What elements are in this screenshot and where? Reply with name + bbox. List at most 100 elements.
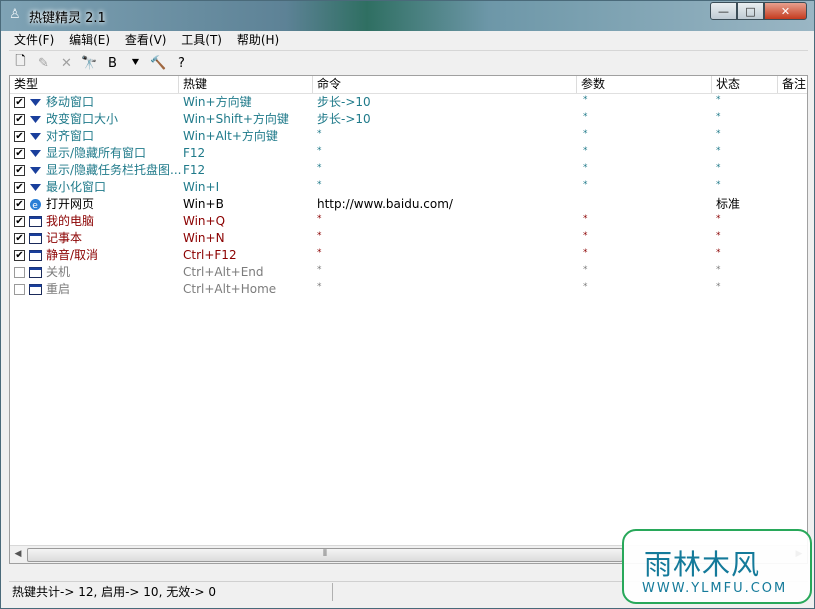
enable-checkbox[interactable]: ✔ bbox=[14, 114, 25, 125]
edit-icon[interactable]: ✎ bbox=[32, 53, 55, 73]
enable-checkbox[interactable]: ✔ bbox=[14, 182, 25, 193]
scroll-thumb[interactable]: ⦀ bbox=[27, 548, 623, 562]
list-item[interactable]: ✔ 移动窗口 Win+方向键 步长->10 * * bbox=[10, 94, 807, 111]
cell-command: * bbox=[317, 231, 322, 241]
tools-icon[interactable]: 🔨 bbox=[147, 53, 170, 73]
list-item[interactable]: 关机 Ctrl+Alt+End * * * bbox=[10, 264, 807, 281]
enable-checkbox[interactable] bbox=[14, 284, 25, 295]
new-icon[interactable]: 🗋 bbox=[9, 53, 32, 73]
window-icon bbox=[29, 215, 42, 228]
cell-status: 标准 bbox=[716, 197, 741, 211]
app-icon: ♙ bbox=[9, 7, 21, 22]
cell-type: 移动窗口 bbox=[46, 95, 95, 109]
cell-param: * bbox=[583, 180, 588, 190]
maximize-button[interactable]: □ bbox=[737, 2, 764, 20]
cell-command: 步长->10 bbox=[317, 112, 371, 126]
cell-param: * bbox=[583, 146, 588, 156]
cell-param: * bbox=[583, 231, 588, 241]
arrow-down-icon bbox=[29, 164, 42, 177]
app-window: ♙ 热键精灵 2.1 — □ ✕ 文件(F) 编辑(E) 查看(V) 工具(T)… bbox=[0, 0, 815, 609]
menu-view[interactable]: 查看(V) bbox=[120, 31, 172, 49]
list-item[interactable]: ✔ 静音/取消 Ctrl+F12 * * * bbox=[10, 247, 807, 264]
enable-checkbox[interactable]: ✔ bbox=[14, 250, 25, 261]
cell-command: * bbox=[317, 180, 322, 190]
cell-command: * bbox=[317, 214, 322, 224]
cell-status: * bbox=[716, 95, 721, 105]
cell-type: 静音/取消 bbox=[46, 248, 99, 262]
enable-checkbox[interactable] bbox=[14, 267, 25, 278]
scroll-left-icon[interactable]: ◀ bbox=[10, 546, 26, 563]
cell-command: * bbox=[317, 163, 322, 173]
ie-icon: e bbox=[29, 198, 42, 211]
cell-status: * bbox=[716, 282, 721, 292]
cell-type: 对齐窗口 bbox=[46, 129, 95, 143]
svg-text:e: e bbox=[32, 201, 38, 211]
column-header-5[interactable]: 备注 bbox=[778, 76, 807, 93]
cell-status: * bbox=[716, 163, 721, 173]
enable-checkbox[interactable]: ✔ bbox=[14, 97, 25, 108]
window-icon bbox=[29, 266, 42, 279]
cell-hotkey: Win+I bbox=[183, 180, 220, 194]
column-header-3[interactable]: 参数 bbox=[577, 76, 712, 93]
enable-checkbox[interactable]: ✔ bbox=[14, 131, 25, 142]
column-header-0[interactable]: 类型 bbox=[10, 76, 179, 93]
column-header-1[interactable]: 热键 bbox=[179, 76, 313, 93]
scroll-grip-icon: ⦀ bbox=[323, 549, 327, 559]
enable-checkbox[interactable]: ✔ bbox=[14, 199, 25, 210]
enable-checkbox[interactable]: ✔ bbox=[14, 216, 25, 227]
column-header-4[interactable]: 状态 bbox=[712, 76, 778, 93]
cell-hotkey: Ctrl+F12 bbox=[183, 248, 237, 262]
list-item[interactable]: ✔ 对齐窗口 Win+Alt+方向键 * * * bbox=[10, 128, 807, 145]
cell-command: http://www.baidu.com/ bbox=[317, 197, 453, 211]
cell-param: * bbox=[583, 112, 588, 122]
help-icon[interactable]: ? bbox=[170, 53, 193, 73]
cell-hotkey: Win+N bbox=[183, 231, 225, 245]
menu-help[interactable]: 帮助(H) bbox=[232, 31, 284, 49]
enable-checkbox[interactable]: ✔ bbox=[14, 233, 25, 244]
cell-hotkey: Win+方向键 bbox=[183, 95, 252, 109]
hotkey-list[interactable]: 类型 热键 命令 参数 状态 备注 ✔ 移动窗口 Win+方向键步长->10 * * ✔ 改变窗口大小… bbox=[9, 75, 808, 564]
column-header-2[interactable]: 命令 bbox=[313, 76, 577, 93]
cell-hotkey: F12 bbox=[183, 163, 206, 177]
cell-hotkey: Win+Alt+方向键 bbox=[183, 129, 278, 143]
window-icon bbox=[29, 283, 42, 296]
delete-icon[interactable]: ✕ bbox=[55, 53, 78, 73]
watermark-logo: 雨林木风 WWW.YLMFU.COM bbox=[622, 529, 812, 604]
cell-status: * bbox=[716, 112, 721, 122]
cell-status: * bbox=[716, 231, 721, 241]
cell-type: 打开网页 bbox=[46, 197, 95, 211]
minimize-button[interactable]: — bbox=[710, 2, 737, 20]
list-item[interactable]: ✔ e 打开网页 Win+B http://www.baidu.com/标准 bbox=[10, 196, 807, 213]
list-item[interactable]: ✔ 我的电脑 Win+Q * * * bbox=[10, 213, 807, 230]
cell-param bbox=[583, 196, 709, 213]
menu-tools[interactable]: 工具(T) bbox=[176, 31, 227, 49]
cell-status: * bbox=[716, 146, 721, 156]
list-item[interactable]: ✔ 最小化窗口 Win+I * * * bbox=[10, 179, 807, 196]
close-button[interactable]: ✕ bbox=[764, 2, 807, 20]
menu-file[interactable]: 文件(F) bbox=[9, 31, 59, 49]
list-item[interactable]: 重启 Ctrl+Alt+Home * * * bbox=[10, 281, 807, 298]
find-icon[interactable]: 🔭 bbox=[78, 53, 101, 73]
status-text: 热键共计-> 12, 启用-> 10, 无效-> 0 bbox=[9, 583, 333, 601]
cell-command: * bbox=[317, 282, 322, 292]
window-icon bbox=[29, 249, 42, 262]
cell-command: * bbox=[317, 129, 322, 139]
enable-checkbox[interactable]: ✔ bbox=[14, 165, 25, 176]
cell-param: * bbox=[583, 214, 588, 224]
arrow-down-icon[interactable]: ⯆ bbox=[124, 53, 147, 73]
list-item[interactable]: ✔ 改变窗口大小 Win+Shift+方向键 步长->10 * * bbox=[10, 111, 807, 128]
arrow-down-icon bbox=[29, 130, 42, 143]
toolbar: 🗋 ✎ ✕ 🔭 B ⯆ 🔨? bbox=[9, 52, 808, 74]
cell-hotkey: Ctrl+Alt+Home bbox=[183, 282, 277, 296]
cell-status: * bbox=[716, 180, 721, 190]
list-item[interactable]: ✔ 显示/隐藏任务栏托盘图... F12 * * * bbox=[10, 162, 807, 179]
cell-param: * bbox=[583, 248, 588, 258]
menu-edit[interactable]: 编辑(E) bbox=[64, 31, 115, 49]
cell-command: * bbox=[317, 146, 322, 156]
bold-icon[interactable]: B bbox=[101, 53, 124, 73]
list-item[interactable]: ✔ 显示/隐藏所有窗口 F12 * * * bbox=[10, 145, 807, 162]
list-item[interactable]: ✔ 记事本 Win+N * * * bbox=[10, 230, 807, 247]
enable-checkbox[interactable]: ✔ bbox=[14, 148, 25, 159]
title-bar[interactable]: ♙ 热键精灵 2.1 — □ ✕ bbox=[1, 1, 814, 31]
cell-type: 改变窗口大小 bbox=[46, 112, 119, 126]
